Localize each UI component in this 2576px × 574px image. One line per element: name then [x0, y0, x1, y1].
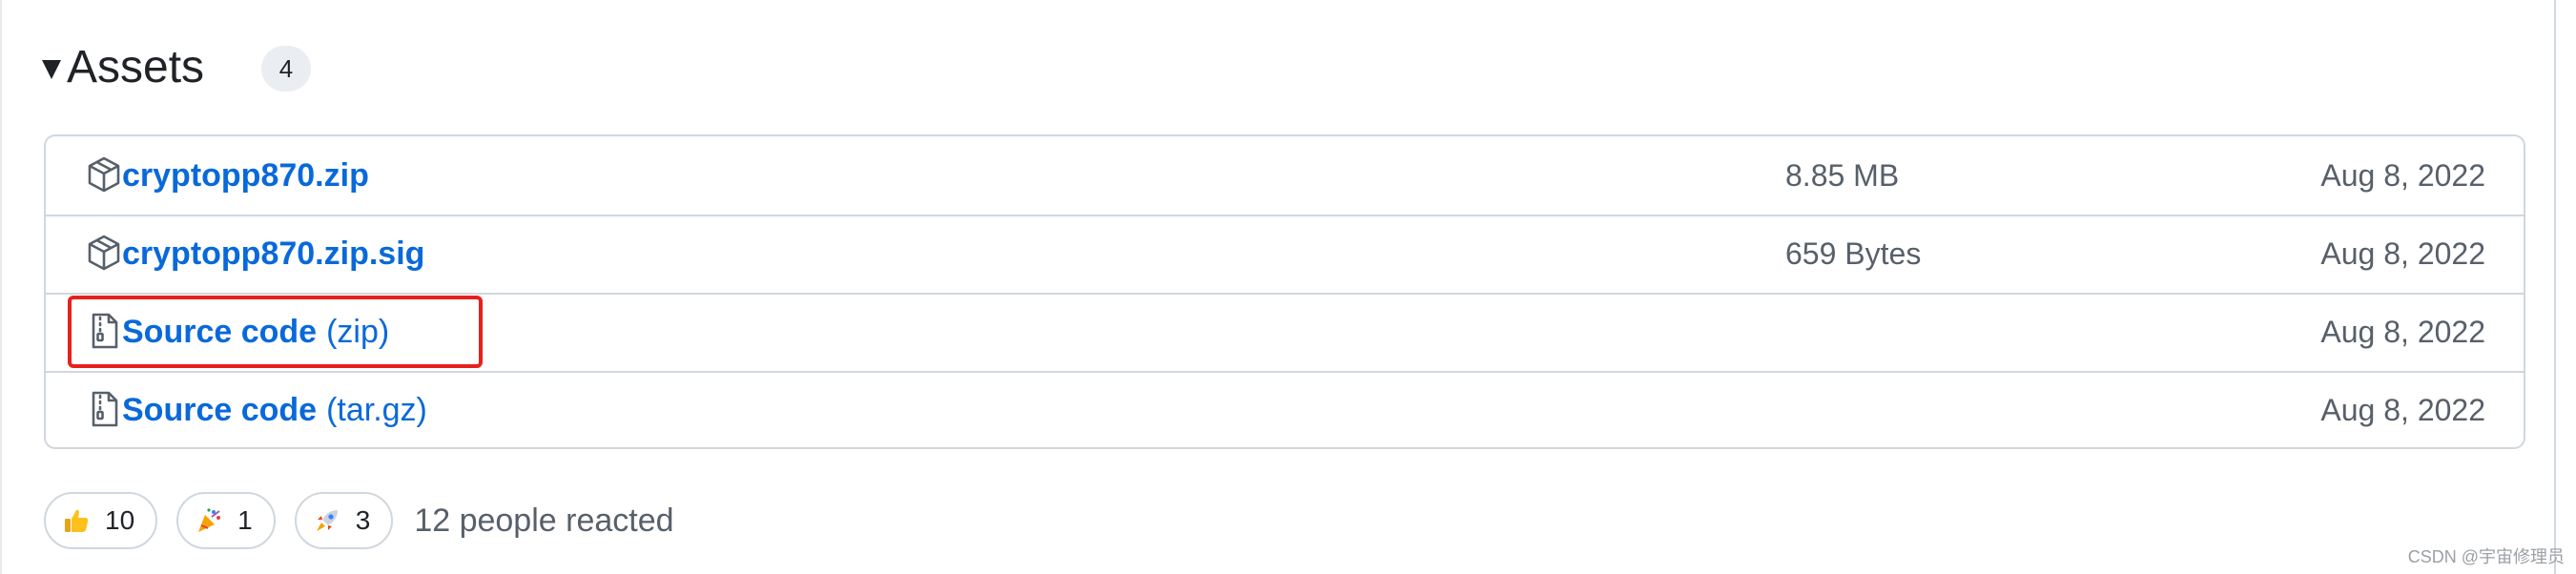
asset-date: Aug 8, 2022 — [2320, 236, 2485, 271]
assets-toggle[interactable]: Assets — [42, 36, 204, 97]
reaction-summary: 12 people reacted — [414, 502, 674, 539]
page-right-border — [2554, 0, 2556, 574]
caret-down-icon — [42, 60, 61, 79]
asset-link-cryptopp870-zip[interactable]: cryptopp870.zip — [122, 136, 369, 215]
thumbs-up-icon — [61, 505, 92, 536]
asset-ext: (tar.gz) — [326, 391, 427, 428]
asset-row: Source code (zip) Aug 8, 2022 — [46, 293, 2524, 371]
asset-date: Aug 8, 2022 — [2320, 314, 2485, 349]
asset-date: Aug 8, 2022 — [2320, 157, 2485, 193]
release-page: Assets 4 cryptopp870.zip 8.85 MB Aug 8, … — [0, 0, 2576, 574]
reaction-count: 1 — [237, 505, 253, 535]
asset-name: cryptopp870.zip — [122, 156, 369, 194]
reaction-count: 3 — [355, 505, 371, 535]
reactions-bar: 10 1 3 12 people reacted — [44, 490, 674, 551]
package-icon — [86, 234, 122, 272]
file-zip-icon — [86, 390, 122, 428]
asset-name: Source code — [122, 313, 318, 350]
assets-count-badge: 4 — [261, 46, 311, 92]
asset-row: cryptopp870.zip.sig 659 Bytes Aug 8, 202… — [46, 215, 2524, 293]
asset-link-source-code-tar-gz[interactable]: Source code (tar.gz) — [122, 371, 427, 447]
party-popper-icon — [194, 505, 224, 536]
asset-name: Source code — [122, 391, 318, 428]
reaction-thumbs-up-button[interactable]: 10 — [44, 492, 158, 549]
assets-list: cryptopp870.zip 8.85 MB Aug 8, 2022 cryp… — [44, 134, 2525, 449]
rocket-icon — [312, 505, 342, 536]
assets-title: Assets — [67, 41, 205, 92]
asset-name: cryptopp870.zip.sig — [122, 235, 425, 272]
asset-date: Aug 8, 2022 — [2320, 392, 2485, 427]
file-zip-icon — [86, 312, 122, 350]
asset-size: 659 Bytes — [1785, 236, 1922, 271]
watermark: CSDN @宇宙修理员 — [2407, 547, 2565, 566]
reaction-count: 10 — [105, 505, 135, 535]
asset-row: Source code (tar.gz) Aug 8, 2022 — [46, 371, 2524, 447]
page-left-border — [0, 0, 2, 574]
asset-row: cryptopp870.zip 8.85 MB Aug 8, 2022 — [46, 136, 2524, 215]
asset-link-cryptopp870-zip-sig[interactable]: cryptopp870.zip.sig — [122, 215, 424, 293]
asset-size: 8.85 MB — [1785, 157, 1900, 193]
asset-link-source-code-zip[interactable]: Source code (zip) — [122, 293, 389, 371]
asset-ext: (zip) — [326, 313, 390, 350]
package-icon — [86, 155, 122, 194]
reaction-rocket-button[interactable]: 3 — [294, 492, 394, 549]
reaction-hooray-button[interactable]: 1 — [176, 492, 276, 549]
